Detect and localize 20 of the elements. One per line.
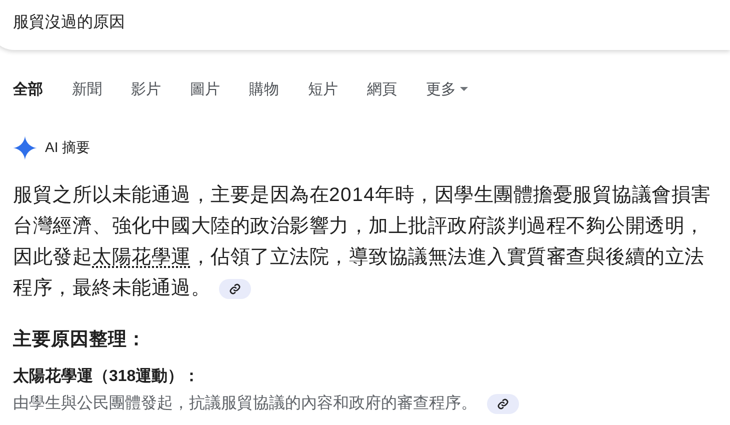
link-icon [228,282,240,295]
tab[interactable]: 更多 [426,77,468,101]
summary-paragraph: 服貿之所以未能通過，主要是因為在2014年時，因學生團體擔憂服貿協議會損害台灣經濟、強化中國大陸的政治影響力，加上批評政府談判過程不夠公開透明，因此發起太陽花學運，佔領了立法院，導致協議無法進入實質審查與後續的立法程序，最終未能通過。 [13,183,712,301]
tab[interactable]: 新聞 [72,77,102,101]
summary-link[interactable]: 太陽花學運 [92,246,191,268]
tab[interactable]: 影片 [131,77,161,101]
section-title: AI 摘要 [45,139,90,157]
tab[interactable]: 短片 [308,77,338,101]
link-icon [497,398,509,410]
reason-title: 太陽花學運（318運動）： [13,366,201,387]
caret-icon [460,87,468,91]
source-link-button[interactable] [218,278,250,299]
tab[interactable]: 購物 [249,77,279,101]
tab[interactable]: 全部 [13,77,43,101]
tab[interactable]: 網頁 [367,77,397,101]
reason-text: 由學生與公民團體發起，抗議服貿協議的內容和政府的審查程序。 [13,394,477,414]
section-heading: 主要原因整理： [13,327,147,351]
sparkle-icon [13,136,37,160]
source-link-button[interactable] [487,394,519,414]
tab[interactable]: 圖片 [190,77,220,101]
